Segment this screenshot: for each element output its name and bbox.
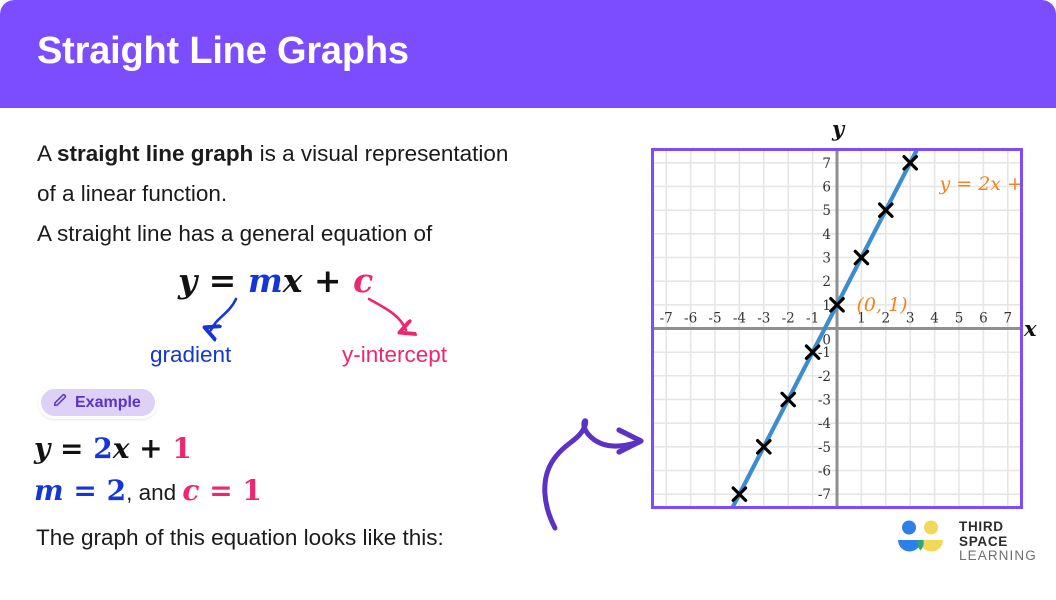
example-values-c-value: 1 (242, 474, 262, 507)
general-equation-y: y (178, 261, 198, 300)
svg-text:-6: -6 (818, 464, 831, 480)
example-equation-plus: + (129, 432, 173, 465)
svg-text:2: 2 (822, 274, 831, 290)
lesson-card: Straight Line Graphs A straight line gra… (0, 0, 1056, 600)
example-equation-gradient: 2 (93, 432, 113, 465)
svg-text:-3: -3 (818, 393, 831, 409)
y-intercept-callout-arrow (367, 297, 406, 330)
svg-text:7: 7 (822, 156, 831, 172)
svg-text:-5: -5 (818, 440, 831, 456)
svg-text:-2: -2 (818, 369, 831, 385)
example-values-c-equals: = (199, 474, 243, 507)
general-equation-equals: = (197, 261, 248, 300)
plot-svg: -7 -6 -5 -4 -3 -2 -1 1 2 3 4 5 6 7-7-6-5-4-3-2-112345… (654, 151, 1020, 506)
example-values-c: c (182, 474, 200, 507)
svg-text:5: 5 (955, 311, 964, 327)
example-equation: y = 2x + 1 (34, 432, 192, 465)
example-equation-intercept: 1 (172, 432, 192, 465)
x-axis-name: x (1024, 316, 1037, 341)
gradient-callout-label: gradient (150, 342, 232, 367)
svg-text:-1: -1 (806, 311, 819, 327)
pencil-icon (52, 392, 68, 413)
svg-text:6: 6 (822, 180, 831, 196)
logo-blue-head (902, 520, 916, 535)
example-equation-x: x (112, 432, 130, 465)
example-values-m-value: 2 (106, 474, 127, 507)
example-badge-label: Example (75, 393, 141, 411)
logo-green-wedge (917, 540, 924, 551)
svg-text:4: 4 (930, 311, 939, 327)
brand-logo: THIRD SPACE LEARNING (893, 516, 1038, 563)
intro-line-1-prefix: A (37, 141, 58, 166)
svg-text:-4: -4 (818, 416, 831, 432)
svg-text:6: 6 (979, 311, 988, 327)
svg-text:-3: -3 (757, 311, 770, 327)
logo-wordmark: THIRD SPACE LEARNING (959, 519, 1038, 564)
general-equation-c: c (353, 261, 374, 300)
example-values-m-equals: = (63, 474, 107, 507)
general-equation-plus: + (302, 261, 354, 300)
example-values-conjunction: , and (126, 480, 183, 505)
svg-text:-7: -7 (660, 311, 673, 327)
logo-mark-icon (898, 520, 943, 552)
intro-line-1-suffix: is a visual representation (253, 141, 509, 166)
y-axis-name: y (832, 116, 845, 141)
svg-text:-4: -4 (733, 311, 746, 327)
example-equation-y: y (34, 432, 51, 465)
plot-area: -7 -6 -5 -4 -3 -2 -1 1 2 3 4 5 6 7 -7 -6 -5 -4 -3 -2 -1 1 2 3 4 5… (651, 148, 1023, 509)
svg-text:-7: -7 (818, 487, 831, 503)
example-badge: Example (38, 386, 158, 419)
logo-yellow-head (924, 520, 938, 535)
logo-line-2: LEARNING (959, 548, 1037, 564)
intro-line-3: A straight line has a general equation o… (37, 221, 433, 246)
svg-text:y = 2x + 1: y = 2x + 1 (938, 173, 1020, 195)
svg-text:5: 5 (822, 203, 831, 219)
intro-line-1-bold: straight line graph (57, 141, 254, 166)
general-equation: y = mx + c (178, 261, 373, 300)
svg-text:(0, 1): (0, 1) (857, 294, 908, 316)
intro-line-2: of a linear function. (37, 181, 228, 206)
svg-text:-5: -5 (708, 311, 721, 327)
page-header: Straight Line Graphs (0, 0, 1056, 108)
svg-text:4: 4 (822, 227, 831, 243)
logo-line-1: THIRD SPACE (959, 519, 1009, 549)
page-title: Straight Line Graphs (37, 30, 409, 72)
example-equation-equals: = (50, 432, 94, 465)
svg-text:7: 7 (1004, 311, 1013, 327)
general-equation-m: m (247, 261, 283, 300)
gradient-callout-arrow (211, 297, 238, 330)
example-values-m: m (34, 474, 64, 507)
axis-lines (654, 151, 1020, 506)
example-values: m = 2, and c = 1 (34, 474, 262, 507)
svg-text:-2: -2 (782, 311, 795, 327)
graph-figure: y x -7 -6 -5 -4 -3 -2 -1 1 2 3 4 5 6 7 -7 -6 -5 -4 -3 -2 -1 1… (620, 116, 1050, 518)
y-intercept-callout-label: y-intercept (342, 342, 448, 367)
svg-text:3: 3 (822, 251, 831, 267)
general-equation-x: x (282, 261, 303, 300)
plot-annotations: y = 2x + 1 (0, 1) (857, 173, 1020, 316)
closing-text: The graph of this equation looks like th… (36, 525, 444, 550)
svg-text:-6: -6 (684, 311, 697, 327)
intro-line-1: A straight line graph is a visual repres… (37, 140, 508, 168)
